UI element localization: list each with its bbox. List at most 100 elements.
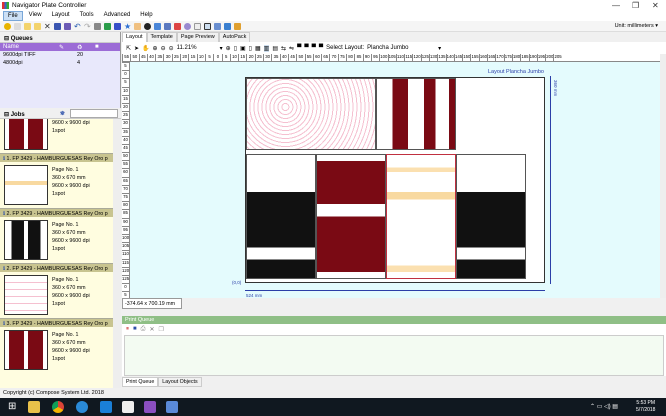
job-thumbnail[interactable] (4, 119, 48, 150)
target-icon[interactable] (144, 23, 151, 30)
queue-row[interactable]: 4800dpi 4 (0, 59, 120, 67)
print-queue-list[interactable] (124, 335, 664, 376)
rotate-icon[interactable]: ⇆ (281, 45, 286, 52)
page-fit-icon[interactable]: ▯ (249, 45, 252, 52)
menu-tools[interactable]: Tools (76, 11, 98, 21)
app-icon[interactable] (144, 401, 156, 413)
teamviewer-icon[interactable] (100, 401, 112, 413)
dropdown-arrow-icon[interactable]: ▾ (438, 45, 441, 52)
place2-icon[interactable]: ▀ (304, 45, 308, 51)
menu-file[interactable]: File (3, 11, 23, 21)
job-item[interactable]: ℹ 2. FP 3429 - HAMBURGUESAS Rey Oro p Pag… (0, 263, 113, 318)
calculator-icon[interactable] (122, 401, 134, 413)
tab-template[interactable]: Template (146, 32, 177, 42)
monitor-icon[interactable] (164, 23, 171, 30)
plate[interactable] (245, 77, 545, 283)
job-thumbnail[interactable] (4, 165, 48, 205)
job-thumbnail[interactable] (4, 330, 48, 370)
minimize-button[interactable]: — (612, 1, 620, 10)
job-item[interactable]: ℹ 2. FP 3429 - HAMBURGUESAS Rey Oro p Pag… (0, 208, 113, 263)
corner-icon[interactable] (204, 23, 211, 30)
preview-icon[interactable] (154, 23, 161, 30)
snap-icon[interactable]: ▥ (263, 44, 270, 52)
import-icon[interactable] (104, 23, 111, 30)
settings-icon[interactable] (184, 23, 191, 30)
navigator-icon[interactable] (76, 401, 88, 413)
jobs-search-input[interactable] (70, 109, 118, 118)
screen-icon[interactable] (224, 23, 231, 30)
zoom-out-icon[interactable]: ⊖ (161, 45, 166, 52)
restore-button[interactable]: ❐ (632, 1, 639, 10)
windows-start-icon[interactable]: ⊞ (8, 401, 20, 413)
chrome-icon[interactable] (52, 401, 64, 413)
pdf-icon[interactable] (174, 23, 181, 30)
stop-icon[interactable]: ■ (133, 326, 137, 332)
tab-page-preview[interactable]: Page Preview (176, 32, 219, 42)
job-item[interactable]: ℹ 1. FP 3429 - HAMBURGUESAS Rey Oro p Pag… (0, 153, 113, 208)
select-icon[interactable]: ⇱ (126, 45, 131, 52)
copy-icon[interactable]: ❐ (158, 326, 163, 333)
page-maroon[interactable] (376, 78, 456, 150)
copy-icon[interactable] (134, 23, 141, 30)
clock[interactable]: 5:53 PM 5/7/2018 (636, 400, 655, 414)
grid-icon[interactable] (214, 23, 221, 30)
job-header[interactable]: ℹ 3. FP 3429 - HAMBURGUESAS Rey Oro p (0, 318, 113, 327)
job-item[interactable]: 360 x 670 mm9600 x 9600 dpi1spot (0, 119, 113, 153)
page-black-2[interactable] (456, 154, 526, 279)
pause-icon[interactable]: ⏸ (126, 326, 129, 332)
pointer-icon[interactable]: ➤ (134, 45, 139, 52)
grid-icon[interactable]: ▦ (255, 45, 261, 52)
tab-print-queue[interactable]: Print Queue (122, 377, 159, 387)
tab-autopack[interactable]: AutoPack (218, 32, 251, 42)
job-item[interactable]: ℹ 3. FP 3429 - HAMBURGUESAS Rey Oro p Pag… (0, 318, 113, 373)
jobs-scrollbar[interactable] (113, 119, 121, 388)
column-name[interactable]: Name (3, 44, 59, 50)
star-icon[interactable]: ★ (124, 23, 131, 31)
unit-selector[interactable]: Unit: millimeters ▾ (615, 23, 658, 29)
page-black[interactable] (246, 154, 316, 279)
image-icon[interactable] (234, 23, 241, 30)
job-thumbnail[interactable] (4, 220, 48, 260)
mirror-icon[interactable]: ⇋ (289, 45, 294, 52)
fit-icon[interactable]: ▣ (240, 45, 246, 52)
tab-layout[interactable]: Layout (122, 32, 147, 42)
menu-help[interactable]: Help (136, 11, 156, 21)
page-icon[interactable] (194, 23, 201, 30)
select-layout-dropdown[interactable]: Plancha Jumbo (367, 45, 435, 51)
job-thumbnail[interactable] (4, 275, 48, 315)
print-icon[interactable] (94, 23, 101, 30)
menu-layout[interactable]: Layout (48, 11, 74, 21)
zoom-plus-icon[interactable]: ⊕ (226, 45, 231, 52)
tray-icons[interactable]: ⌃ ▭ ◁) ▤ (590, 403, 618, 410)
undo-icon[interactable]: ↶ (74, 23, 81, 31)
job-header[interactable]: ℹ 1. FP 3429 - HAMBURGUESAS Rey Oro p (0, 153, 113, 162)
job-header[interactable]: ℹ 2. FP 3429 - HAMBURGUESAS Rey Oro p (0, 263, 113, 272)
tab-layout-objects[interactable]: Layout Objects (158, 377, 202, 387)
job-header[interactable]: ℹ 2. FP 3429 - HAMBURGUESAS Rey Oro p (0, 208, 113, 217)
close-button[interactable]: ✕ (652, 1, 659, 10)
zoom-dropdown-icon[interactable]: ▾ (220, 45, 223, 52)
export-icon[interactable] (114, 23, 121, 30)
zoom-minus-icon[interactable]: ⊝ (169, 45, 174, 52)
delete-icon[interactable]: ✕ (44, 23, 51, 31)
app2-icon[interactable] (166, 401, 178, 413)
folder-icon[interactable] (24, 23, 31, 30)
new-icon[interactable] (14, 23, 21, 30)
print-icon[interactable]: ⎙ (141, 326, 146, 332)
binoculars-icon[interactable]: ⛯ (60, 111, 65, 118)
redo-icon[interactable]: ↷ (84, 23, 91, 31)
zoom-level[interactable]: 11.21% (177, 45, 217, 51)
menu-view[interactable]: View (25, 11, 46, 21)
open-icon[interactable] (34, 23, 41, 30)
delete-icon[interactable]: ✕ (149, 326, 154, 333)
page-pink[interactable] (246, 78, 376, 150)
layout-canvas[interactable]: Layout Plancha Jumbo 360 mm 524 mm (0,0) (130, 62, 660, 298)
menu-advanced[interactable]: Advanced (100, 11, 135, 21)
place-icon[interactable]: ▀ (297, 45, 301, 51)
place4-icon[interactable]: ▀ (319, 45, 323, 51)
queue-row[interactable]: 9600dpi TIFF 20 (0, 51, 120, 59)
place3-icon[interactable]: ▀ (312, 45, 316, 51)
page-orange-selected[interactable] (386, 154, 456, 279)
file-explorer-icon[interactable] (28, 401, 40, 413)
canvas-scrollbar[interactable] (660, 54, 666, 298)
